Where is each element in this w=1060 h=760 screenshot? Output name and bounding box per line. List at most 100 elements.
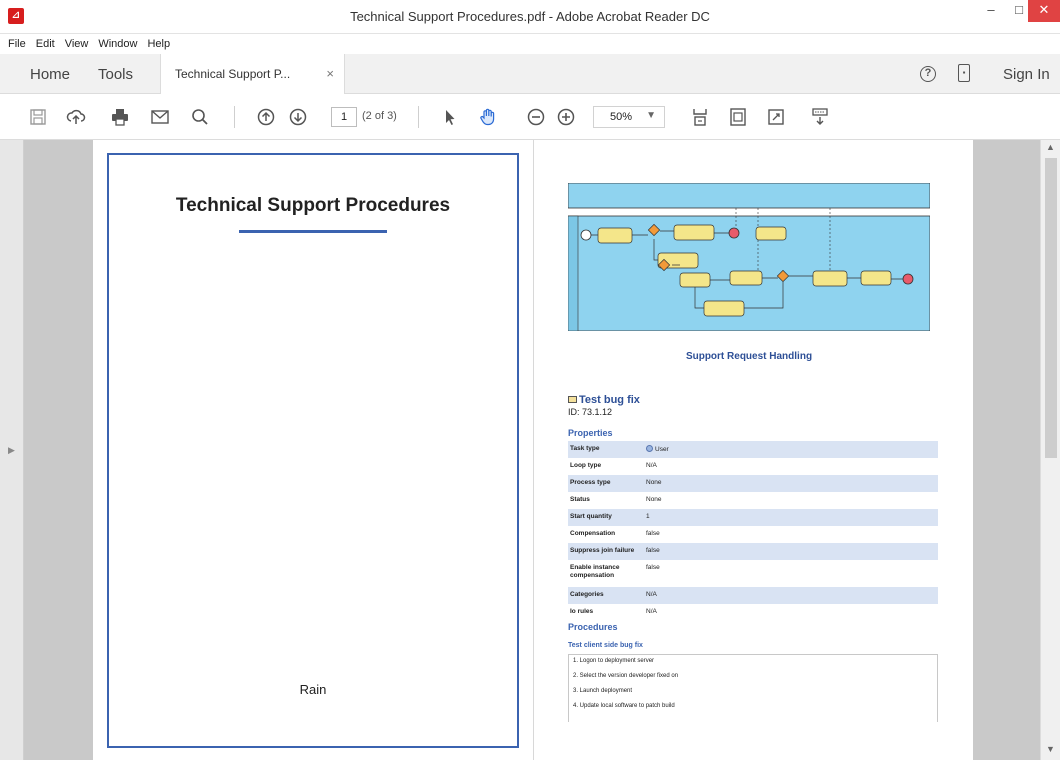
previous-page-icon[interactable] (254, 105, 278, 129)
table-row: Task type User (568, 441, 938, 458)
property-key: Categories (570, 591, 604, 598)
property-value-text: User (655, 446, 669, 453)
property-key: Status (570, 496, 590, 503)
property-key: Loop type (570, 462, 602, 469)
menu-help[interactable]: Help (147, 38, 170, 50)
toolbar: 1 (2 of 3) 50% ▼ (0, 94, 1060, 140)
list-item: 2. Select the version developer fixed on (573, 673, 679, 679)
property-value: false (646, 547, 660, 554)
page-spread: Technical Support Procedures Rain Suppor… (93, 140, 973, 760)
task-title: Test bug fix (568, 394, 640, 406)
title-underline (239, 230, 387, 233)
table-row: Categories N/A (568, 587, 938, 604)
tab-document-label: Technical Support P... (175, 67, 291, 81)
page-count-label: (2 of 3) (362, 110, 397, 122)
menu-edit[interactable]: Edit (36, 38, 55, 50)
window-title: Technical Support Procedures.pdf - Adobe… (350, 9, 710, 24)
page-number-input[interactable]: 1 (331, 107, 357, 127)
menu-window[interactable]: Window (98, 38, 137, 50)
property-key: Suppress join failure (570, 547, 635, 554)
property-key: Start quantity (570, 513, 612, 520)
save-icon[interactable] (26, 105, 50, 129)
process-diagram (568, 183, 930, 331)
cover-page: Technical Support Procedures Rain (107, 153, 519, 748)
diagram-caption: Support Request Handling (685, 351, 813, 362)
user-task-icon (646, 445, 653, 452)
read-mode-icon[interactable] (808, 105, 832, 129)
task-icon (568, 396, 577, 403)
property-key: Compensation (570, 530, 616, 537)
document-viewport[interactable]: ▶ Technical Support Procedures Rain Supp… (0, 140, 1060, 760)
table-row: Status None (568, 492, 938, 509)
menu-view[interactable]: View (65, 38, 89, 50)
close-tab-icon[interactable]: × (326, 66, 334, 81)
procedures-heading: Procedures (568, 622, 618, 632)
zoom-out-icon[interactable] (524, 105, 548, 129)
zoom-value: 50% (610, 111, 633, 123)
tab-tools[interactable]: Tools (98, 66, 133, 83)
toolbar-divider (234, 106, 235, 128)
property-key: Io rules (570, 608, 594, 615)
full-screen-icon[interactable] (764, 105, 788, 129)
property-value: None (646, 496, 662, 503)
property-value: N/A (646, 462, 657, 469)
mobile-link-icon[interactable]: ▪ (958, 64, 970, 82)
properties-heading: Properties (568, 428, 613, 438)
property-value: User (646, 445, 669, 454)
scrollbar-thumb[interactable] (1045, 158, 1057, 458)
property-value: false (646, 530, 660, 537)
sign-in-link[interactable]: Sign In (1003, 66, 1050, 83)
toolbar-divider (418, 106, 419, 128)
close-window-button[interactable]: ✕ (1028, 0, 1060, 22)
list-item: 4. Update local software to patch build (573, 703, 675, 709)
fit-page-icon[interactable] (688, 105, 712, 129)
menu-bar: File Edit View Window Help (0, 34, 1060, 54)
list-item: 3. Launch deployment (573, 688, 633, 694)
email-icon[interactable] (148, 105, 172, 129)
print-icon[interactable] (108, 105, 132, 129)
property-value: 1 (646, 513, 650, 520)
property-value: false (646, 564, 660, 571)
property-key: Task type (570, 445, 600, 452)
list-item: 1. Logon to deployment server (573, 658, 655, 664)
viewport-margin (973, 140, 1040, 760)
table-row: Compensation false (568, 526, 938, 543)
property-value: N/A (646, 608, 657, 615)
select-cursor-icon[interactable] (438, 105, 462, 129)
table-row: Enable instance compensation false (568, 560, 938, 587)
hand-tool-icon[interactable] (476, 105, 500, 129)
document-author: Rain (299, 682, 327, 697)
table-row: Loop type N/A (568, 458, 938, 475)
document-title: Technical Support Procedures (175, 195, 451, 216)
property-value: N/A (646, 591, 657, 598)
cloud-upload-icon[interactable] (64, 105, 88, 129)
chevron-right-icon: ▶ (8, 445, 15, 455)
procedure-steps: 1. Logon to deployment server 2. Select … (568, 654, 938, 722)
left-panel-toggle[interactable]: ▶ (0, 140, 24, 760)
zoom-in-icon[interactable] (554, 105, 578, 129)
zoom-select[interactable]: 50% ▼ (593, 106, 665, 128)
tab-document[interactable]: Technical Support P... × (160, 54, 345, 94)
chevron-up-icon[interactable]: ▲ (1046, 142, 1055, 152)
table-row: Start quantity 1 (568, 509, 938, 526)
tab-home[interactable]: Home (30, 66, 70, 83)
procedure-name: Test client side bug fix (568, 642, 643, 649)
chevron-down-icon: ▼ (646, 110, 656, 121)
table-row: Suppress join failure false (568, 543, 938, 560)
menu-file[interactable]: File (8, 38, 26, 50)
task-id: ID: 73.1.12 (568, 407, 613, 417)
properties-table: Task type User Loop type N/A Process type N… (568, 441, 938, 621)
next-page-icon[interactable] (286, 105, 310, 129)
property-value: None (646, 479, 662, 486)
tab-bar: Home Tools Technical Support P... × ? ▪ … (0, 54, 1060, 94)
table-row: Io rules N/A (568, 604, 938, 621)
title-bar: ⊿ Technical Support Procedures.pdf - Ado… (0, 0, 1060, 34)
property-key: Process type (570, 479, 611, 486)
page-layout-icon[interactable] (726, 105, 750, 129)
property-key: Enable instance compensation (570, 564, 620, 579)
search-icon[interactable] (188, 105, 212, 129)
vertical-scrollbar[interactable]: ▲ ▼ (1040, 140, 1060, 760)
content-page: Support Request Handling Test bug fix ID… (534, 140, 973, 760)
help-icon[interactable]: ? (920, 66, 936, 82)
chevron-down-icon[interactable]: ▼ (1046, 744, 1055, 754)
